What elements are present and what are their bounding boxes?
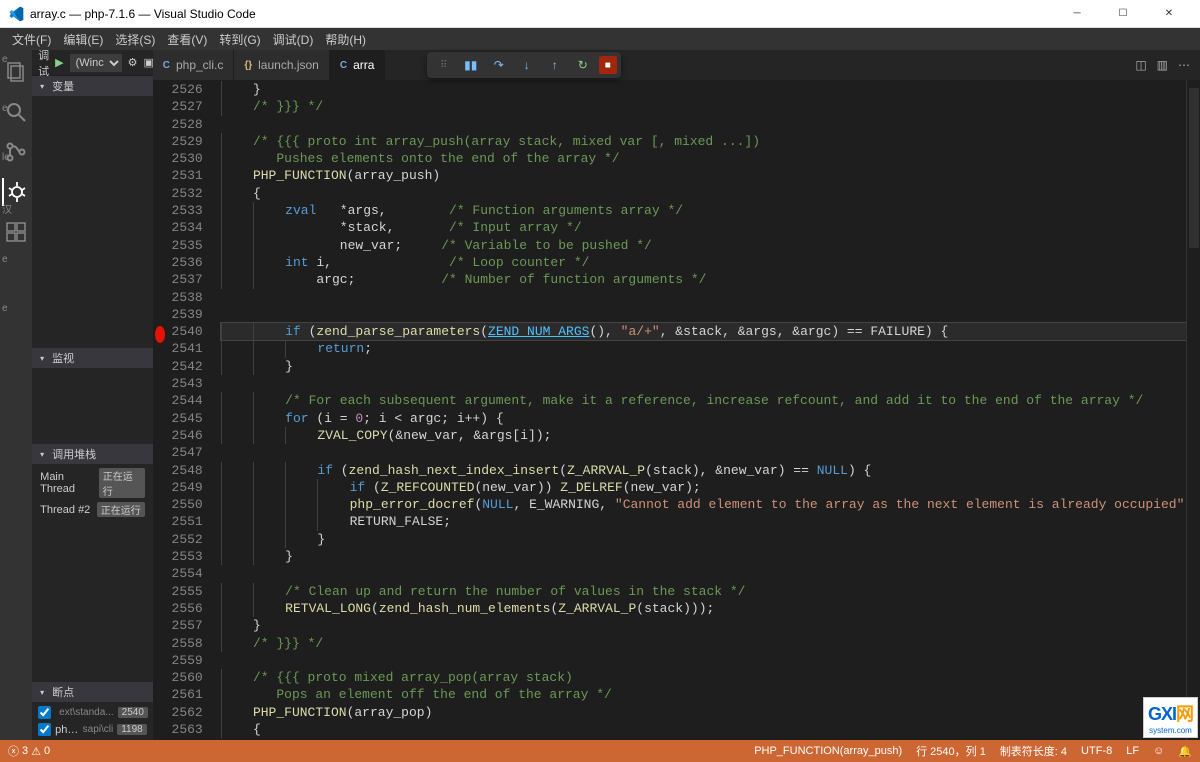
tab-label: launch.json [258,58,319,72]
stop-button[interactable]: ■ [599,56,617,74]
vscode-logo-icon [8,6,24,22]
thread-row[interactable]: Main Thread正在运行 [32,466,153,500]
file-type-icon: {} [244,60,252,71]
menu-item[interactable]: 调试(D) [267,31,320,48]
debug-console-icon[interactable]: ▣ [144,56,153,69]
debug-config-select[interactable]: (Winc [70,54,122,72]
editor-tab[interactable]: Cphp_cli.c [153,50,235,80]
window-title: array.c — php-7.1.6 — Visual Studio Code [30,7,1054,21]
tab-label: php_cli.c [176,58,223,72]
breakpoint-row[interactable]: php_cli.csapi\cli1198 [32,721,153,738]
minimize-button[interactable]: ─ [1054,0,1100,28]
more-actions-icon[interactable]: ⋯ [1178,58,1190,72]
external-tabs: eele汉ee [0,50,12,318]
thread-row[interactable]: Thread #2正在运行 [32,500,153,519]
editor-tab[interactable]: {} launch.json [234,50,330,80]
tab-bar: Cphp_cli.c {} launch.json Carra ◫ ▥ ⋯ [153,50,1200,80]
minimap[interactable] [1186,80,1200,740]
restart-button[interactable]: ↻ [571,53,595,77]
line-number-gutter: 2526252725282529253025312532253325342535… [167,80,213,740]
tab-label: arra [353,58,374,72]
breakpoint-checkbox[interactable] [38,706,51,719]
layout-icon[interactable]: ▥ [1157,58,1168,72]
debug-side-panel: 调试 ▶ (Winc ⚙ ▣ 变量 监视 调用堆栈 Main Thread正在运… [32,50,153,740]
callstack-section-header[interactable]: 调用堆栈 [32,444,153,464]
file-type-icon: C [163,60,170,71]
watch-section-header[interactable]: 监视 [32,348,153,368]
status-eol[interactable]: LF [1126,745,1139,757]
watch-body [32,368,153,444]
breakpoint-checkbox[interactable] [38,723,51,736]
file-type-icon: C [340,60,347,71]
debug-toolbar[interactable]: ⠿ ▮▮ ↷ ↓ ↑ ↻ ■ [427,52,621,78]
status-tab-size[interactable]: 制表符长度: 4 [1000,743,1067,759]
breakpoint-gutter[interactable] [153,80,167,740]
split-editor-icon[interactable]: ◫ [1135,58,1146,72]
status-bar: ⓧ 3 ⚠ 0 PHP_FUNCTION(array_push) 行 2540，… [0,740,1200,762]
debug-settings-icon[interactable]: ⚙ [128,56,138,69]
variables-section-header[interactable]: 变量 [32,76,153,96]
status-errors[interactable]: ⓧ 3 ⚠ 0 [8,743,50,759]
title-bar: array.c — php-7.1.6 — Visual Studio Code… [0,0,1200,28]
menu-item[interactable]: 查看(V) [161,31,213,48]
editor-tab[interactable]: Carra [330,50,386,80]
status-bell-icon[interactable]: 🔔 [1178,745,1192,758]
menu-item[interactable]: 编辑(E) [57,31,109,48]
debug-label: 调试 [38,50,49,79]
breakpoint-dot[interactable] [155,326,165,343]
close-button[interactable]: ✕ [1146,0,1192,28]
debug-header: 调试 ▶ (Winc ⚙ ▣ [32,50,153,76]
menu-item[interactable]: 选择(S) [109,31,161,48]
code-area[interactable]: 2526252725282529253025312532253325342535… [153,80,1200,740]
breakpoints-section-header[interactable]: 断点 [32,682,153,702]
status-context[interactable]: PHP_FUNCTION(array_push) [754,745,902,757]
menu-bar: 文件(F)编辑(E)选择(S)查看(V)转到(G)调试(D)帮助(H) [0,28,1200,50]
menu-item[interactable]: 帮助(H) [319,31,372,48]
status-feedback-icon[interactable]: ☺ [1153,745,1164,757]
menu-item[interactable]: 文件(F) [6,31,57,48]
breakpoints-body: array.cext\standa...2540php_cli.csapi\cl… [32,702,153,740]
pause-button[interactable]: ▮▮ [459,53,483,77]
step-out-button[interactable]: ↑ [543,53,567,77]
editor-area: Cphp_cli.c {} launch.json Carra ◫ ▥ ⋯ ⠿ ▮▮ … [153,50,1200,740]
tab-actions: ◫ ▥ ⋯ [1125,50,1200,80]
menu-item[interactable]: 转到(G) [213,31,266,48]
code-content[interactable]: } /* }}} */ /* {{{ proto int array_push(… [213,80,1200,740]
breakpoint-row[interactable]: array.cext\standa...2540 [32,704,153,721]
step-over-button[interactable]: ↷ [487,53,511,77]
start-debug-button[interactable]: ▶ [55,56,63,69]
callstack-body: Main Thread正在运行Thread #2正在运行 [32,464,153,682]
variables-body [32,96,153,348]
step-into-button[interactable]: ↓ [515,53,539,77]
status-encoding[interactable]: UTF-8 [1081,745,1112,757]
status-position[interactable]: 行 2540，列 1 [916,743,986,759]
drag-handle-icon[interactable]: ⠿ [431,53,455,77]
minimap-thumb[interactable] [1189,88,1199,248]
watermark: GXI网 system.com [1143,697,1198,738]
maximize-button[interactable]: ☐ [1100,0,1146,28]
